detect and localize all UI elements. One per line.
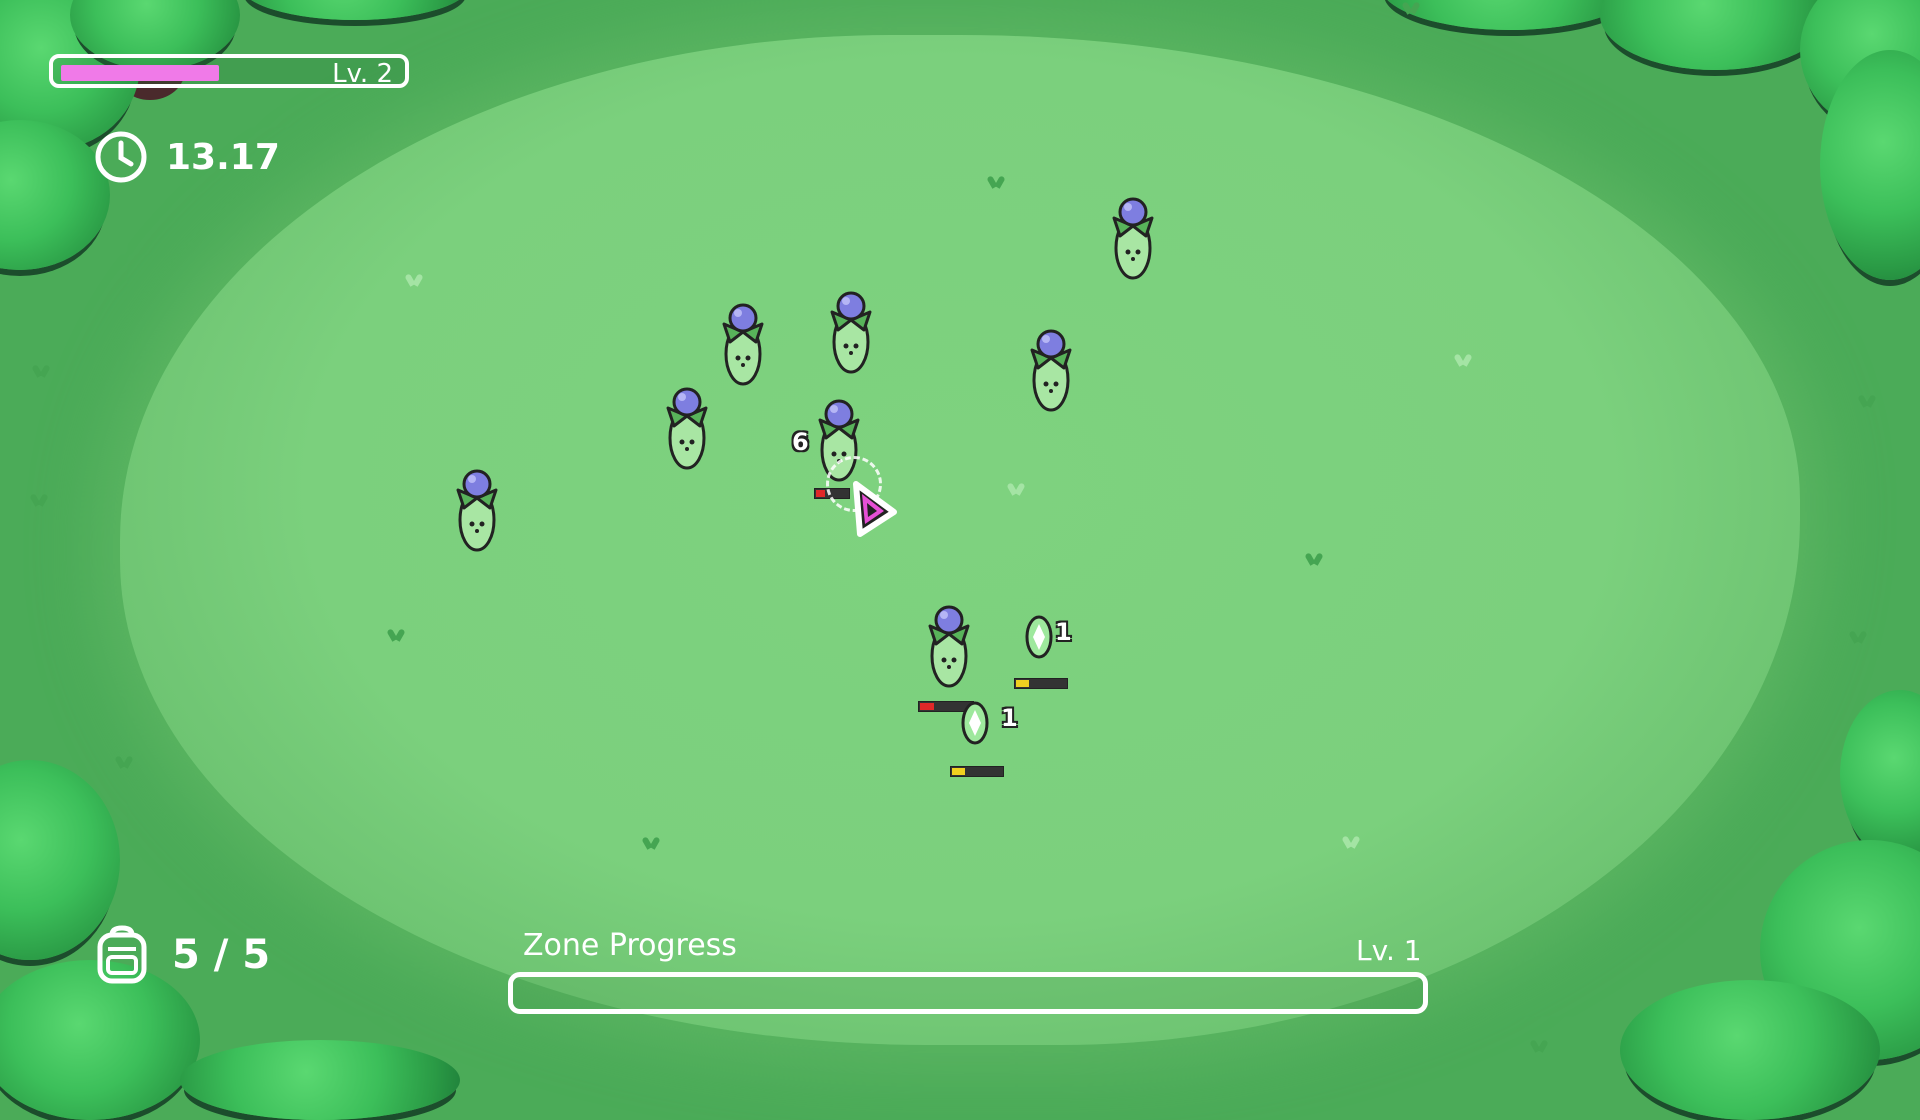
gem-charge-bar — [950, 766, 1004, 777]
enemy-sprout — [456, 469, 498, 552]
enemy-sprout — [722, 303, 764, 386]
backpack-icon — [97, 925, 147, 984]
timer-value: 13.17 — [166, 136, 280, 178]
enemy-health-fill — [816, 490, 825, 497]
enemy-sprout — [666, 387, 708, 470]
inventory-counter: 5 / 5 — [94, 925, 270, 985]
enemy-health-fill — [920, 703, 934, 710]
gem-value: 1 — [1055, 618, 1072, 646]
player-triangle — [853, 481, 897, 537]
run-timer: 13.17 — [94, 130, 280, 184]
gem-charge-fill — [952, 768, 965, 775]
enemy-sprout — [1112, 197, 1154, 280]
xp-gem — [1025, 615, 1053, 659]
player-level: Lv. 2 — [332, 59, 393, 89]
grass-arena — [120, 35, 1800, 1045]
zone-progress-label: Zone Progress — [523, 928, 737, 963]
gem-value: 1 — [1001, 704, 1018, 732]
xp-bar-fill — [61, 65, 219, 81]
enemy-sprout — [1030, 329, 1072, 412]
inventory-value: 5 / 5 — [172, 932, 271, 978]
xp-bar: Lv. 2 — [49, 54, 409, 89]
xp-gem — [961, 701, 989, 745]
zone-level: Lv. 1 — [1356, 934, 1422, 967]
zone-progress-bar — [508, 972, 1428, 1014]
clock-icon — [95, 131, 147, 183]
enemy-sprout — [830, 291, 872, 374]
gem-charge-fill — [1016, 680, 1029, 687]
enemy-sprout — [928, 605, 970, 688]
gem-charge-bar — [1014, 678, 1068, 689]
damage-number: 6 — [792, 428, 809, 456]
